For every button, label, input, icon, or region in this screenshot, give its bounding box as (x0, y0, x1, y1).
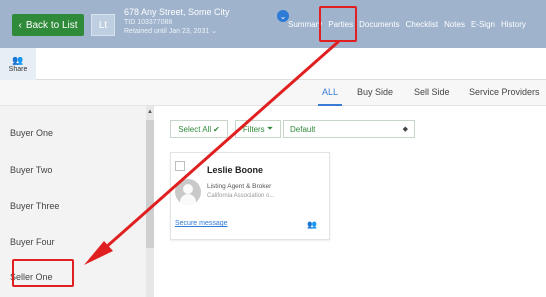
retained-label: Retained until Jan 23, 2031 (124, 28, 210, 35)
party-item-buyer-one[interactable]: Buyer One (10, 128, 53, 138)
parties-highlight-box (319, 6, 357, 42)
tab-buy-side[interactable]: Buy Side (357, 87, 393, 97)
party-role: Listing Agent & Broker (207, 183, 272, 190)
nav-documents[interactable]: Documents (359, 20, 399, 29)
select-all-label: Select All (178, 124, 212, 134)
transaction-retained: Retained until Jan 23, 2031 ⌄ (124, 28, 230, 35)
secure-message-link[interactable]: Secure message (175, 220, 228, 227)
transaction-thumbnail: Lt (91, 14, 115, 36)
nav-checklist[interactable]: Checklist (406, 20, 438, 29)
nav-esign[interactable]: E-Sign (471, 20, 495, 29)
party-name: Leslie Boone (207, 165, 264, 175)
filters-button[interactable]: Filters ⏷ (235, 120, 281, 138)
chevron-down-icon: ⌄ (211, 28, 218, 35)
transaction-address: 678 Any Street, Some City (124, 7, 230, 17)
avatar-body (180, 194, 196, 205)
back-to-list-label: Back to List (25, 19, 78, 31)
party-item-buyer-four[interactable]: Buyer Four (10, 237, 55, 247)
select-caret-icon: ◆ (402, 126, 408, 133)
tab-sell-side[interactable]: Sell Side (414, 87, 450, 97)
scroll-up-icon[interactable]: ▲ (146, 108, 154, 116)
tab-service-providers[interactable]: Service Providers (469, 87, 540, 97)
filters-label: Filters (242, 124, 265, 134)
people-icon: 👥 (307, 220, 317, 229)
scrollbar-thumb[interactable] (146, 120, 154, 248)
tab-all[interactable]: ALL (322, 87, 338, 97)
transaction-tid: TID 103377088 (124, 19, 173, 26)
party-item-buyer-three[interactable]: Buyer Three (10, 201, 59, 211)
nav-summary[interactable]: Summary (288, 20, 322, 29)
share-button[interactable]: 👥 Share (0, 48, 36, 80)
check-icon: ✔ (213, 124, 220, 134)
chevron-left-icon: ‹ (18, 19, 22, 31)
party-card: Leslie Boone Listing Agent & Broker Cali… (170, 152, 330, 240)
top-bar: ‹ Back to List Lt 678 Any Street, Some C… (0, 0, 546, 48)
toolbar: 👥 Share (0, 48, 546, 80)
back-to-list-button[interactable]: ‹ Back to List (12, 14, 84, 36)
filter-icon: ⏷ (266, 124, 274, 133)
party-organization: California Association o... (207, 193, 275, 199)
avatar-head (183, 184, 193, 194)
share-label: Share (8, 66, 28, 73)
seller-one-highlight-box (12, 259, 74, 287)
transaction-address-block: 678 Any Street, Some City TID 103377088 … (124, 7, 230, 36)
party-item-buyer-two[interactable]: Buyer Two (10, 165, 52, 175)
avatar (175, 179, 201, 205)
thumbnail-label: Lt (98, 19, 108, 31)
sort-select[interactable]: Default ◆ (283, 120, 415, 138)
nav-notes[interactable]: Notes (444, 20, 465, 29)
people-icon: 👥 (12, 55, 24, 65)
nav-history[interactable]: History (501, 20, 526, 29)
select-all-button[interactable]: Select All ✔ (170, 120, 228, 138)
party-card-checkbox[interactable] (175, 161, 185, 171)
party-tabs: ALL Buy Side Sell Side Service Providers (0, 80, 546, 106)
sort-select-value: Default (290, 124, 316, 134)
